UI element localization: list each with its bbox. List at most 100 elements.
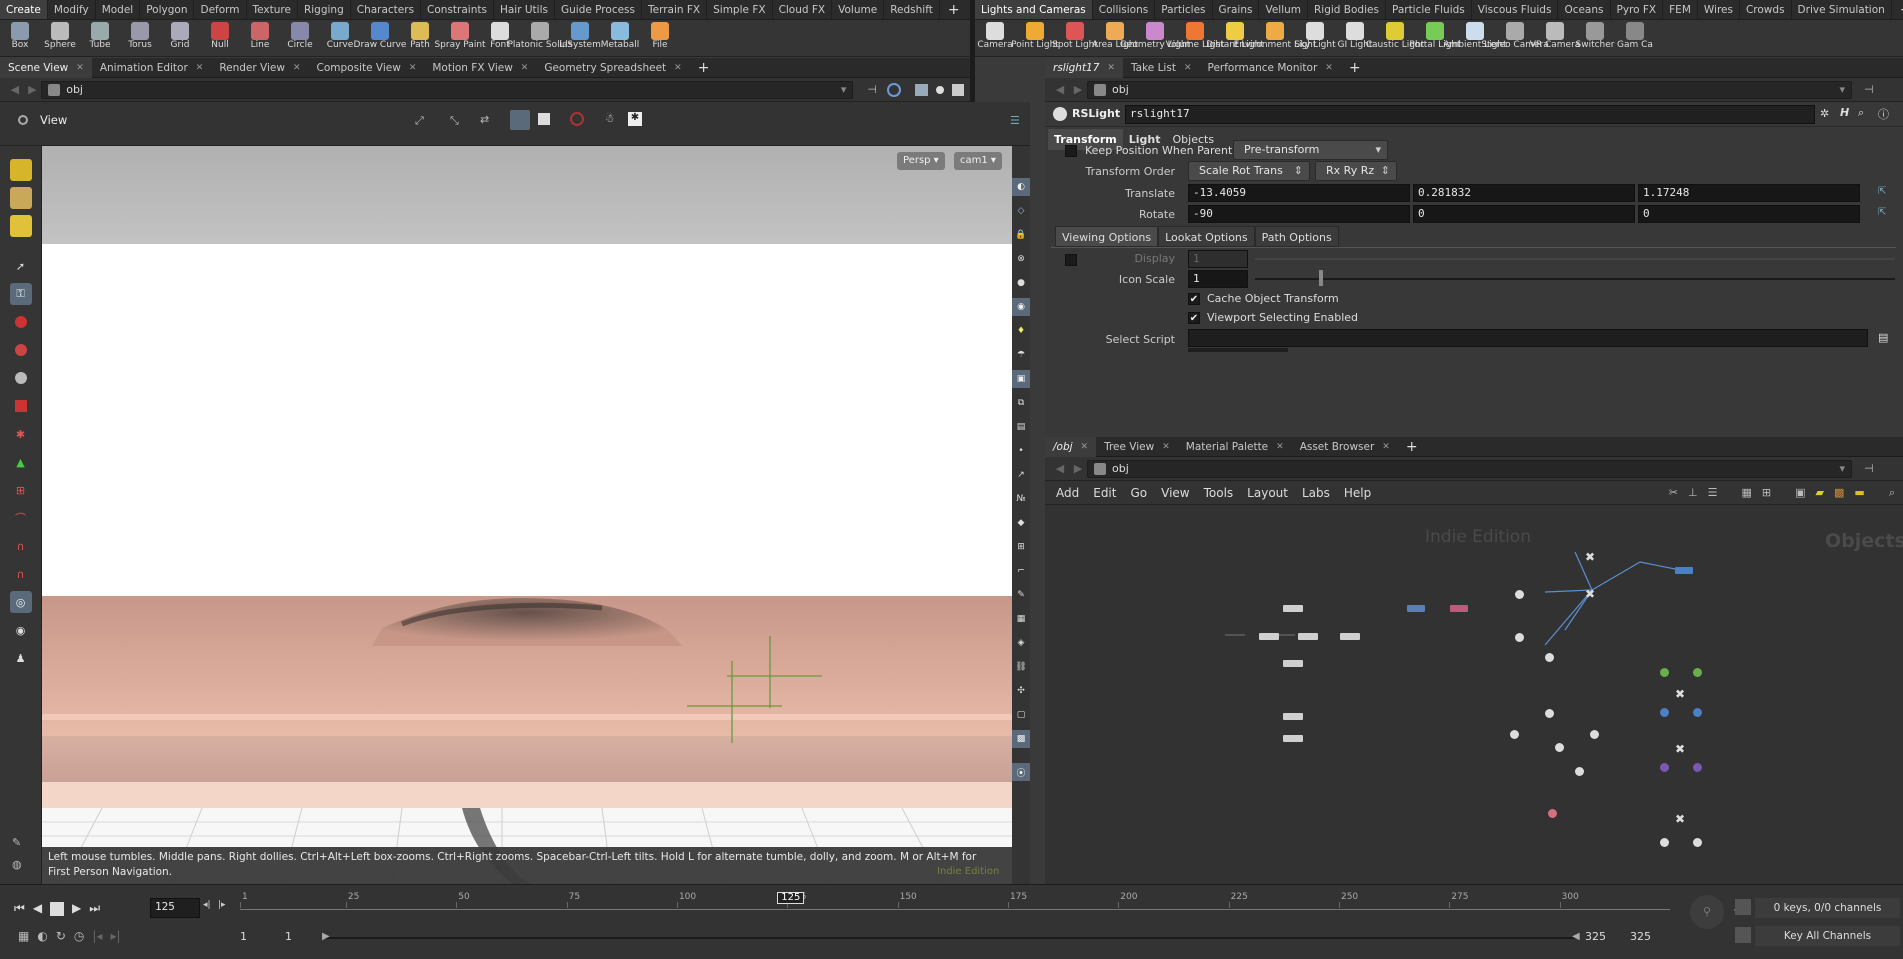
shelf-tab[interactable]: Wires	[1698, 0, 1740, 19]
close-icon[interactable]: ✕	[196, 58, 204, 78]
timeline-ruler[interactable]: 1255075100125150175200225250275300	[240, 892, 1670, 922]
key-mode-icon[interactable]	[1735, 927, 1751, 943]
list-icon[interactable]: ☰	[1708, 486, 1718, 500]
option-tab[interactable]: Lookat Options	[1158, 226, 1255, 247]
shelf-tool[interactable]: Tube	[80, 20, 120, 56]
shelf-tab[interactable]: Modify	[48, 0, 96, 19]
transform-order-menu[interactable]: Scale Rot Trans ⇕	[1188, 161, 1310, 181]
close-icon[interactable]: ✕	[1276, 437, 1284, 457]
light-node[interactable]	[1575, 767, 1584, 776]
shelf-tab[interactable]: Simple FX	[707, 0, 773, 19]
step-back-icon[interactable]: ◂|	[203, 900, 211, 910]
shelf-tab[interactable]: Particle Fluids	[1386, 0, 1472, 19]
points-icon[interactable]: ◇	[1012, 202, 1030, 220]
light-node[interactable]	[1510, 730, 1519, 739]
light-icon[interactable]: ◉	[1012, 298, 1030, 316]
rotate-y-field[interactable]: 0	[1413, 205, 1635, 223]
shelf-icon[interactable]: ⌐	[1012, 562, 1030, 580]
null-node-icon[interactable]: ✖	[1585, 550, 1595, 564]
shelf-tab[interactable]: Particles	[1155, 0, 1213, 19]
light-node-green[interactable]	[1660, 668, 1669, 677]
diamond-icon[interactable]: ◈	[1012, 634, 1030, 652]
go-end-icon[interactable]: ⏭	[89, 901, 100, 916]
pane-tab[interactable]: Asset Browser ✕	[1292, 437, 1398, 457]
light-node-blue[interactable]	[1660, 708, 1669, 717]
network-pin-icon[interactable]: ⊣	[1864, 462, 1874, 475]
play-back-icon[interactable]: ◀	[33, 901, 42, 916]
shelf-tab[interactable]: Collisions	[1093, 0, 1156, 19]
network-menu-item[interactable]: Go	[1123, 486, 1154, 500]
close-icon[interactable]: ✕	[674, 58, 682, 78]
icon-scale-track[interactable]	[1255, 278, 1895, 280]
pane-tab[interactable]: Material Palette ✕	[1178, 437, 1292, 457]
shelf-tab[interactable]: Guide Process	[555, 0, 642, 19]
shelf-tab[interactable]: Constraints	[421, 0, 494, 19]
magnet-snap-icon[interactable]: ⌒	[10, 507, 32, 529]
null-node-icon[interactable]: ✖	[1675, 742, 1685, 756]
back-arrow-icon[interactable]: ◀	[6, 83, 24, 96]
rotate-x-field[interactable]: -90	[1188, 205, 1410, 223]
pane-tab[interactable]: Tree View ✕	[1096, 437, 1178, 457]
left-path-field[interactable]: obj ▾	[41, 80, 854, 99]
rotate-icon[interactable]: ✱	[10, 423, 32, 445]
wrench-icon[interactable]: ✂	[1669, 486, 1678, 500]
next-key-icon[interactable]: ▸|	[110, 929, 120, 943]
range-end-field[interactable]: 325	[1585, 930, 1606, 943]
shelf-tool[interactable]: Sky Light	[1294, 20, 1336, 56]
select-icon[interactable]	[9, 159, 32, 181]
pane-tab[interactable]: Geometry Spreadsheet ✕	[536, 58, 689, 78]
light-node[interactable]	[1515, 590, 1524, 599]
range-right-handle-icon[interactable]: ◀	[1572, 931, 1580, 942]
add-tab-icon[interactable]: +	[1398, 439, 1426, 455]
network-menu-item[interactable]: Help	[1337, 486, 1378, 500]
shelf-tab[interactable]: Hair Utils	[494, 0, 555, 19]
light-node[interactable]	[1693, 838, 1702, 847]
shelf-tab[interactable]: Lights and Cameras	[975, 0, 1093, 19]
shelf-tool[interactable]: Draw Curve	[354, 20, 406, 56]
help-h-icon[interactable]: H	[1840, 106, 1849, 119]
close-icon[interactable]: ✕	[1184, 58, 1192, 78]
shelf-tool[interactable]: Box	[0, 20, 40, 56]
translate-handle-icon[interactable]: ⇱	[1878, 186, 1886, 197]
shelf-tool[interactable]: Switcher	[1575, 20, 1615, 56]
network-node[interactable]	[1259, 633, 1279, 640]
select-tool-icon[interactable]: ⤢	[415, 114, 424, 128]
pin-view-icon[interactable]: ⦿	[1012, 763, 1030, 781]
pane-tab[interactable]: Render View ✕	[211, 58, 308, 78]
range-start-2-field[interactable]: 1	[285, 930, 292, 943]
light-node-blue[interactable]	[1693, 708, 1702, 717]
shelf-tab[interactable]: Texture	[247, 0, 298, 19]
camera-orbit-icon[interactable]: ◉	[10, 619, 32, 641]
shelf-tab[interactable]: Crowds	[1740, 0, 1792, 19]
shelf-tool[interactable]: Caustic Light	[1366, 20, 1424, 56]
scale-icon[interactable]	[10, 395, 32, 417]
network-node[interactable]	[1283, 735, 1303, 742]
network-path-dropdown-icon[interactable]: ▾	[1839, 462, 1845, 475]
shelf-tool[interactable]: Sphere	[40, 20, 80, 56]
audio-icon[interactable]: ◐	[37, 929, 47, 943]
select-script-field[interactable]	[1188, 329, 1868, 347]
lock-camera-icon[interactable]: 🔒	[1012, 226, 1030, 244]
prev-key-icon[interactable]: |◂	[92, 929, 102, 943]
range-start-field[interactable]: 1	[240, 930, 247, 943]
close-icon[interactable]: ✕	[409, 58, 417, 78]
viewport-select-checkbox[interactable]: ✔	[1188, 312, 1200, 324]
snapshot-icon[interactable]: ✱	[628, 112, 642, 126]
shelf-tool[interactable]: Font	[480, 20, 520, 56]
arrow-pointer-icon[interactable]: ➚	[10, 255, 32, 277]
rotate-handle-icon[interactable]: ⇱	[1878, 207, 1886, 218]
close-icon[interactable]: ✕	[293, 58, 301, 78]
edit-icon[interactable]	[9, 215, 32, 237]
light-node[interactable]	[1555, 743, 1564, 752]
desktop-icon[interactable]	[914, 83, 929, 96]
checker-icon[interactable]: ▦	[1012, 610, 1030, 628]
translate-z-field[interactable]: 1.17248	[1638, 184, 1860, 202]
light-node-selected[interactable]	[1548, 809, 1557, 818]
viewport-3d[interactable]: Persp ▾ cam1 ▾	[42, 146, 1012, 884]
option-tab[interactable]: Path Options	[1254, 226, 1339, 247]
loop-icon[interactable]: ↻	[56, 929, 66, 943]
pane-tab[interactable]: rslight17 ✕	[1045, 57, 1123, 78]
keep-position-checkbox[interactable]	[1065, 145, 1077, 157]
stop-icon[interactable]	[50, 902, 65, 916]
view-tool-icon[interactable]: ◎	[9, 591, 32, 613]
